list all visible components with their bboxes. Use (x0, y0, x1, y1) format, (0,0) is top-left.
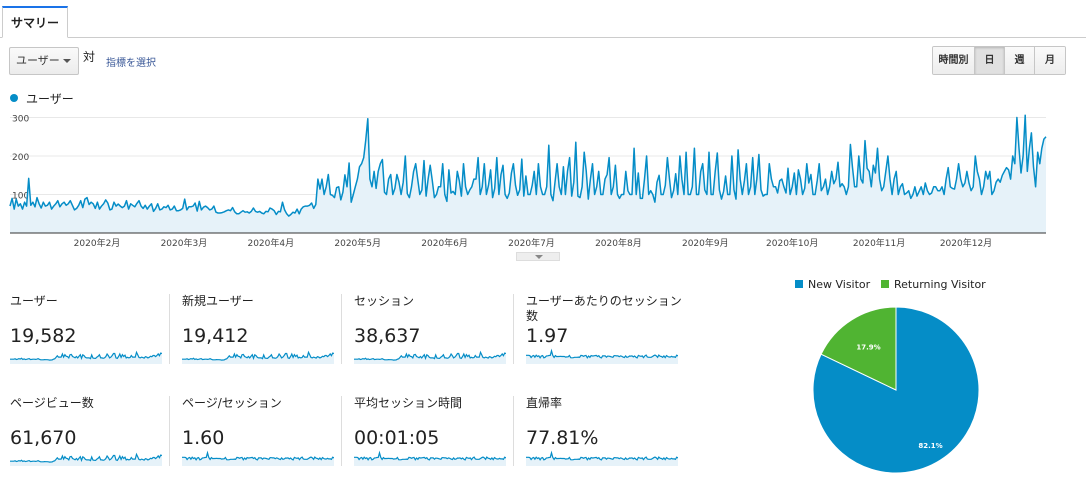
caret-down-icon (535, 255, 543, 259)
scorecard[interactable]: ユーザー 19,582 (10, 294, 170, 364)
scorecard-sparkline (354, 350, 506, 364)
versus-label: 対 (83, 50, 96, 64)
day-button[interactable]: 日 (975, 47, 1005, 74)
y-tick-label: 200 (12, 153, 29, 163)
scorecard-label: 新規ユーザー (182, 294, 254, 308)
scorecard-value: 77.81% (526, 427, 599, 449)
legend-swatch-icon (881, 280, 889, 288)
scorecard[interactable]: ページ/セッション 1.60 (182, 396, 342, 466)
scorecard-label: ページビュー数 (10, 396, 94, 410)
scorecard[interactable]: 平均セッション時間 00:01:05 (354, 396, 514, 466)
x-tick-label: 2020年5月 (334, 237, 381, 249)
x-tick-label: 2020年2月 (74, 237, 121, 249)
scorecard-value: 19,582 (10, 325, 77, 347)
scorecard-label: ユーザー (10, 294, 58, 308)
x-tick-label: 2020年3月 (161, 237, 208, 249)
pie-legend-returning: Returning Visitor (881, 278, 986, 291)
scorecard-label: ページ/セッション (182, 396, 282, 410)
pie-legend-new-label: New Visitor (808, 278, 871, 291)
visitor-type-pie-chart: 82.1% 17.9% (812, 306, 980, 474)
scorecard-value: 00:01:05 (354, 427, 440, 449)
pie-legend-new: New Visitor (795, 278, 870, 291)
scorecard-sparkline (10, 350, 162, 364)
y-tick-label: 300 (12, 115, 29, 125)
scorecard[interactable]: 新規ユーザー 19,412 (182, 294, 342, 364)
x-tick-label: 2020年4月 (247, 237, 294, 249)
scorecard[interactable]: ページビュー数 61,670 (10, 396, 170, 466)
scorecard[interactable]: セッション 38,637 (354, 294, 514, 364)
scorecard-label: セッション (354, 294, 415, 308)
hourly-button[interactable]: 時間別 (933, 47, 975, 74)
metric-dropdown-value: ユーザー (16, 54, 60, 67)
scorecard-sparkline (10, 452, 162, 466)
scorecard-sparkline (354, 450, 506, 466)
choose-metric-link[interactable]: 指標を選択 (106, 54, 156, 69)
month-button[interactable]: 月 (1035, 47, 1065, 74)
x-tick-label: 2020年6月 (421, 237, 468, 249)
scorecard-sparkline (526, 348, 678, 364)
scorecard-value: 38,637 (354, 325, 421, 347)
scorecard[interactable]: ユーザーあたりのセッション数 1.97 (526, 294, 686, 364)
x-tick-label: 2020年12月 (940, 237, 992, 249)
week-button[interactable]: 週 (1005, 47, 1035, 74)
tab-bar: サマリー (0, 0, 1086, 38)
pie-slice-label: 82.1% (918, 442, 942, 450)
users-area-fill (10, 115, 1046, 233)
scorecard-sparkline (182, 450, 334, 466)
pie-slice-label: 17.9% (856, 343, 880, 351)
x-tick-label: 2020年10月 (766, 237, 818, 249)
scorecard-sparkline (182, 350, 334, 364)
scorecard-value: 1.97 (526, 325, 569, 347)
metric-dropdown[interactable]: ユーザー (9, 47, 79, 75)
scorecard-label: ユーザーあたりのセッション数 (526, 294, 682, 323)
x-tick-label: 2020年7月 (508, 237, 555, 249)
scorecard[interactable]: 直帰率 77.81% (526, 396, 686, 466)
scorecard-value: 1.60 (182, 427, 225, 449)
chevron-down-icon (63, 59, 71, 63)
series-dot-icon (10, 94, 18, 102)
users-line-chart: 1002003002020年2月 2020年3月 2020年4月 2020年5月 202… (9, 114, 1047, 249)
scorecard-sparkline (526, 450, 678, 466)
x-tick-label: 2020年11月 (853, 237, 905, 249)
x-tick-label: 2020年8月 (595, 237, 642, 249)
scorecard-label: 平均セッション時間 (354, 396, 463, 410)
scorecard-label: 直帰率 (526, 396, 563, 410)
pie-legend-returning-label: Returning Visitor (894, 278, 986, 291)
tab-summary[interactable]: サマリー (2, 6, 69, 38)
x-tick-label: 2020年9月 (682, 237, 729, 249)
scorecard-value: 19,412 (182, 325, 249, 347)
scorecard-value: 61,670 (10, 427, 77, 449)
chart-collapse-handle[interactable] (516, 252, 560, 261)
legend-swatch-icon (795, 280, 803, 288)
period-toggle: 時間別 日 週 月 (932, 46, 1066, 75)
